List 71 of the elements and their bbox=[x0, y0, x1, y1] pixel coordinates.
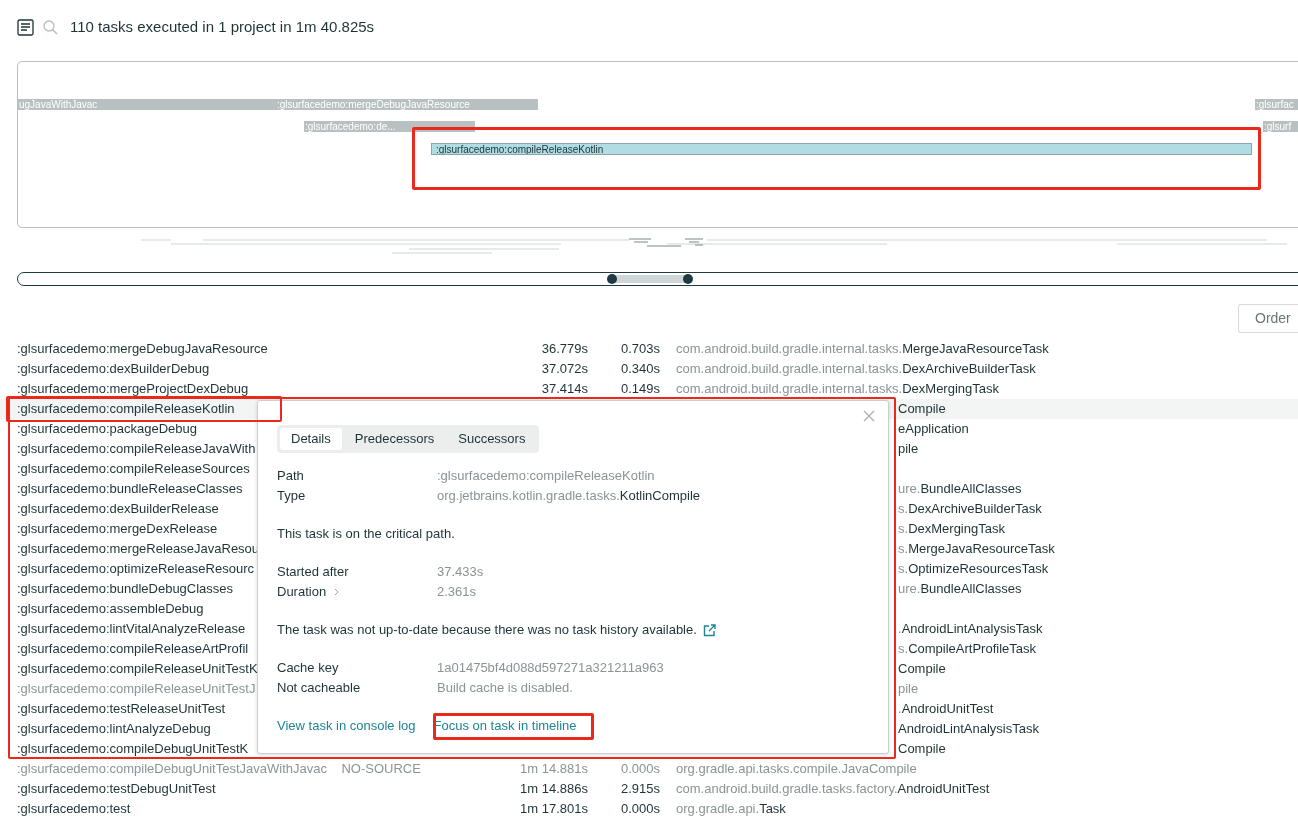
field-label: Started after bbox=[277, 563, 350, 581]
field-label: Duration bbox=[277, 583, 327, 601]
task-row[interactable]: :glsurfacedemo:mergeProjectDexDebug 37.414s 0.149s com.android.build.gradle.internal.tasks.DexMergingTask bbox=[0, 379, 1298, 399]
task-row[interactable]: :glsurfacedemo:testDebugUnitTest 1m 14.886s 2.915s com.android.build.gradle.tasks.factory.AndroidUnitTest bbox=[0, 779, 1298, 799]
slider-handle[interactable] bbox=[683, 274, 693, 284]
duration-cell-text: 0.000s bbox=[619, 800, 660, 819]
field-value: 2.361s bbox=[437, 583, 478, 601]
task-name: :glsurfacedemo:assembleDebug bbox=[17, 601, 204, 617]
build-summary: 110 tasks executed in 1 project in 1m 40.825s bbox=[70, 16, 375, 37]
field-value: Build cache is disabled. bbox=[437, 679, 574, 697]
field-label: Path bbox=[277, 467, 305, 485]
task-name: :glsurfacedemo:mergeDebugJavaResource bbox=[17, 341, 268, 357]
task-type: com.android.build.gradle.tasks.factory.AndroidUnitTest bbox=[676, 780, 990, 799]
task-type: s.DexArchiveBuilderTask bbox=[898, 500, 1042, 519]
task-name: :glsurfacedemo:packageDebug bbox=[17, 421, 197, 437]
task-type: s.MergeJavaResourceTask bbox=[898, 540, 1055, 559]
task-type: org.gradle.api.Task bbox=[676, 800, 786, 819]
started-cell-text: 37.414s bbox=[540, 380, 588, 399]
task-type: s.CompileArtProfileTask bbox=[898, 640, 1036, 659]
task-type: .AndroidUnitTest bbox=[898, 700, 994, 719]
field-value: org.jetbrains.kotlin.gradle.tasks.KotlinCompile bbox=[437, 487, 701, 505]
field-label: Type bbox=[277, 487, 307, 505]
task-name: :glsurfacedemo:compileReleaseArtProfil bbox=[17, 641, 249, 657]
field-value: 37.433s bbox=[437, 563, 485, 581]
tab[interactable]: Predecessors bbox=[343, 428, 446, 450]
field-label: Cache key bbox=[277, 659, 340, 677]
started-cell-text: 1m 17.801s bbox=[519, 800, 588, 819]
slider-handle[interactable] bbox=[607, 274, 617, 284]
critical-path-note: This task is on the critical path. bbox=[277, 525, 456, 543]
task-type: org.gradle.api.tasks.compile.JavaCompile bbox=[676, 760, 917, 779]
started-cell-text: 1m 14.881s bbox=[519, 760, 588, 779]
task-name: :glsurfacedemo:dexBuilderDebug bbox=[17, 361, 210, 377]
duration-cell-text: 0.340s bbox=[619, 360, 660, 379]
tab[interactable]: Successors bbox=[447, 428, 537, 450]
started-cell-text: 1m 14.886s bbox=[519, 780, 588, 799]
task-name: :glsurfacedemo:compileDebugUnitTestK bbox=[17, 741, 249, 757]
duration-cell-text: 0.149s bbox=[619, 380, 660, 399]
task-name: :glsurfacedemo:mergeReleaseJavaResou bbox=[17, 541, 260, 557]
field-value: 1a01475bf4d088d597271a321211a963 bbox=[437, 659, 665, 677]
link[interactable]: View task in console log bbox=[277, 716, 416, 736]
task-type: eApplication bbox=[898, 420, 969, 439]
task-name: :glsurfacedemo:dexBuilderRelease bbox=[17, 501, 219, 517]
task-name: :glsurfacedemo:compileDebugUnitTestJavaWithJavac NO-SOURCE bbox=[17, 761, 421, 777]
task-type: com.android.build.gradle.internal.tasks.DexArchiveBuilderTask bbox=[676, 360, 1036, 379]
started-cell-text: 37.072s bbox=[540, 360, 588, 379]
duration-cell-text: 0.703s bbox=[619, 340, 660, 359]
tab[interactable]: Details bbox=[280, 428, 342, 450]
field-label: Not cacheable bbox=[277, 679, 362, 697]
task-type: Compile bbox=[898, 740, 946, 759]
task-name: :glsurfacedemo:testReleaseUnitTest bbox=[17, 701, 226, 717]
outcome-reason: The task was not up-to-date because there was no task history available. bbox=[277, 621, 697, 639]
task-name: :glsurfacedemo:compileReleaseKotlin bbox=[17, 401, 235, 417]
task-row[interactable]: :glsurfacedemo:test 1m 17.801s 0.000s org.gradle.api.Task bbox=[0, 799, 1298, 819]
task-name: :glsurfacedemo:mergeProjectDexDebug bbox=[17, 381, 249, 397]
task-type: pile bbox=[898, 440, 919, 459]
task-type: Compile bbox=[898, 400, 946, 419]
list-icon[interactable] bbox=[17, 18, 34, 36]
task-row[interactable]: :glsurfacedemo:mergeDebugJavaResource 36.779s 0.703s com.android.build.gradle.internal.tasks.MergeJavaResourceTask bbox=[0, 339, 1298, 359]
external-link-icon[interactable] bbox=[702, 623, 716, 637]
task-name: :glsurfacedemo:testDebugUnitTest bbox=[17, 781, 216, 797]
field-value: :glsurfacedemo:compileReleaseKotlin bbox=[437, 467, 656, 485]
task-name: :glsurfacedemo:compileReleaseJavaWith bbox=[17, 441, 256, 457]
task-type: com.android.build.gradle.internal.tasks.DexMergingTask bbox=[676, 380, 999, 399]
chevron-right-icon[interactable] bbox=[334, 588, 340, 596]
started-cell-text: 36.779s bbox=[540, 340, 588, 359]
duration-cell-text: 2.915s bbox=[619, 780, 660, 799]
task-name: :glsurfacedemo:test bbox=[17, 801, 131, 817]
task-type: com.android.build.gradle.internal.tasks.MergeJavaResourceTask bbox=[676, 340, 1049, 359]
order-button[interactable]: Order bbox=[1238, 304, 1298, 333]
task-row[interactable]: :glsurfacedemo:dexBuilderDebug 37.072s 0.340s com.android.build.gradle.internal.tasks.DexArchiveBuilderTask bbox=[0, 359, 1298, 379]
duration-cell-text: 0.000s bbox=[619, 760, 660, 779]
